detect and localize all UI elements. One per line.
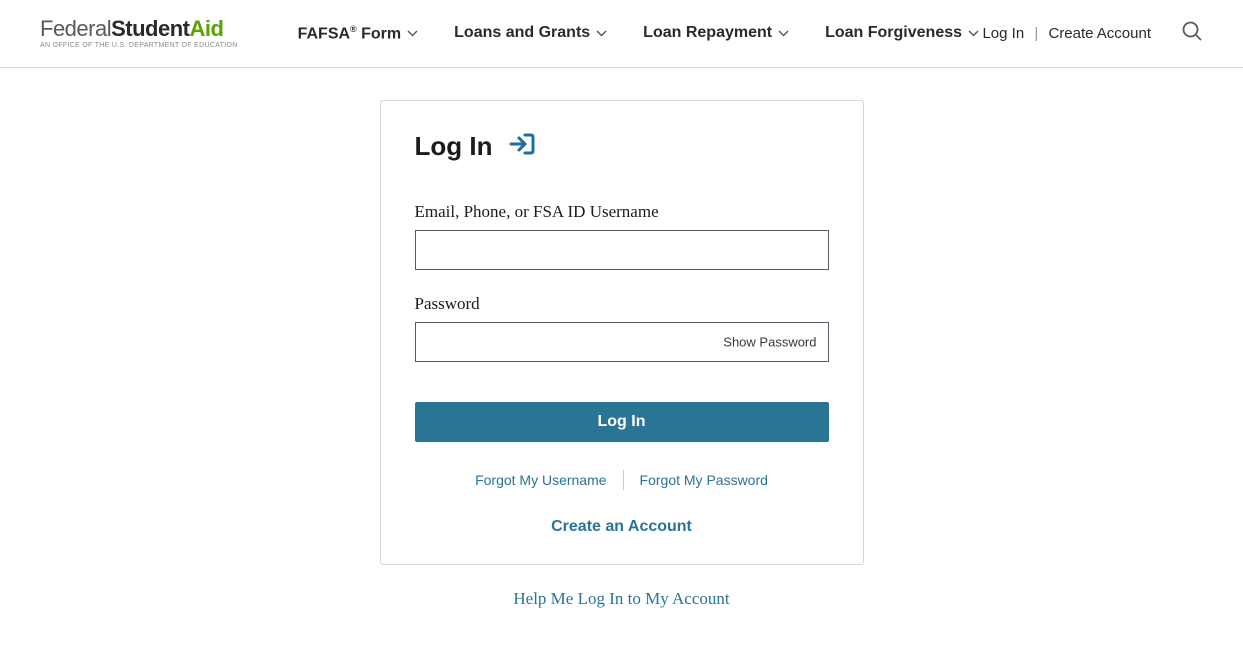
help-login-link[interactable]: Help Me Log In to My Account <box>513 589 729 609</box>
main-nav: FAFSA® Form Loans and Grants Loan Repaym… <box>298 24 979 43</box>
login-link[interactable]: Log In <box>982 25 1024 42</box>
nav-label: Loan Forgiveness <box>825 24 962 42</box>
search-icon <box>1181 29 1203 46</box>
logo-federal: Federal <box>40 16 111 41</box>
nav-label: Loan Repayment <box>643 24 772 42</box>
login-arrow-icon <box>508 132 536 161</box>
separator <box>623 470 624 490</box>
password-wrapper: Show Password <box>415 322 829 362</box>
login-card: Log In Email, Phone, or FSA ID Username … <box>380 100 864 565</box>
login-title-row: Log In <box>415 131 829 162</box>
nav-item-loans-grants[interactable]: Loans and Grants <box>454 24 607 43</box>
password-group: Password Show Password <box>415 294 829 362</box>
nav-item-loan-repayment[interactable]: Loan Repayment <box>643 24 789 43</box>
auth-links: Log In | Create Account <box>982 25 1151 42</box>
separator: | <box>1034 25 1038 42</box>
nav-item-loan-forgiveness[interactable]: Loan Forgiveness <box>825 24 979 43</box>
logo-subtitle: An OFFICE of the U.S. DEPARTMENT of EDUC… <box>40 42 238 49</box>
forgot-password-link[interactable]: Forgot My Password <box>640 472 768 488</box>
username-input[interactable] <box>415 230 829 270</box>
show-password-button[interactable]: Show Password <box>723 335 816 350</box>
nav-label: Loans and Grants <box>454 24 590 42</box>
chevron-down-icon <box>596 24 607 42</box>
username-group: Email, Phone, or FSA ID Username <box>415 202 829 270</box>
chevron-down-icon <box>407 24 418 42</box>
chevron-down-icon <box>968 24 979 42</box>
nav-suffix: Form <box>357 25 401 42</box>
main: Log In Email, Phone, or FSA ID Username … <box>0 68 1243 609</box>
logo-main: FederalStudentAid <box>40 18 238 40</box>
header-right: Log In | Create Account <box>982 20 1203 47</box>
logo-aid: Aid <box>189 16 223 41</box>
nav-label: FAFSA <box>298 25 350 42</box>
forgot-username-link[interactable]: Forgot My Username <box>475 472 606 488</box>
create-account-link[interactable]: Create an Account <box>415 518 829 536</box>
forgot-row: Forgot My Username Forgot My Password <box>415 470 829 490</box>
login-title: Log In <box>415 131 493 162</box>
logo-student: Student <box>111 16 189 41</box>
nav-item-fafsa[interactable]: FAFSA® Form <box>298 24 419 43</box>
create-account-link[interactable]: Create Account <box>1048 25 1151 42</box>
username-label: Email, Phone, or FSA ID Username <box>415 202 829 222</box>
logo[interactable]: FederalStudentAid An OFFICE of the U.S. … <box>40 18 238 49</box>
chevron-down-icon <box>778 24 789 42</box>
registered-mark: ® <box>350 24 357 34</box>
password-label: Password <box>415 294 829 314</box>
login-button[interactable]: Log In <box>415 402 829 442</box>
header: FederalStudentAid An OFFICE of the U.S. … <box>0 0 1243 68</box>
search-button[interactable] <box>1181 20 1203 47</box>
